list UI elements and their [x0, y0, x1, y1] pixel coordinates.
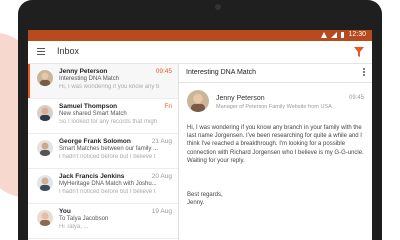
message-subject: Interesting DNA Match	[59, 76, 120, 82]
message-preview: Hi, I was wondering if you know any b	[59, 84, 160, 90]
wifi-icon	[321, 32, 328, 38]
sender-name: Samuel Thompson	[59, 103, 118, 110]
status-bar: 12:30	[28, 30, 372, 41]
message-signature: Best regards, Jenny.	[187, 191, 367, 207]
sender-name: Jenny Peterson	[59, 68, 108, 75]
message-date: 09:45	[155, 68, 172, 75]
sign-off: Best regards,	[187, 192, 223, 198]
sender-name: George Frank Solomon	[59, 138, 131, 145]
camera	[215, 4, 221, 10]
message-date: 20 Aug	[151, 173, 172, 180]
message-subject: Smart Matches between our family ...	[59, 146, 159, 152]
sender-role: Manager of Peterson Family Website from …	[216, 104, 332, 110]
message-preview: I hadn't noticed before but I believe t	[59, 189, 156, 195]
message-list: Jenny Peterson 09:45 Interesting DNA Mat…	[28, 64, 179, 240]
app-bar-title: Inbox	[57, 46, 80, 56]
sender-name: Jack Francis Jenkins	[59, 173, 125, 180]
message-date: Fri	[164, 103, 172, 110]
message-subject: MyHeritage DNA Match with Joshu...	[59, 181, 157, 187]
detail-date: 09:45	[348, 95, 364, 101]
message-item[interactable]: You 19 Aug To Talya Jacobson Hi Talya, .…	[28, 204, 178, 239]
screen: 12:30 Inbox Jenny Peterson 09:45 Interes…	[28, 30, 372, 240]
message-subject: New shared Smart Match	[59, 111, 127, 117]
message-preview: So I looked for any records that migh	[59, 119, 158, 125]
sender-name: Jenny Peterson	[216, 95, 265, 102]
avatar	[37, 105, 53, 121]
sender-name: You	[59, 208, 71, 215]
avatar	[37, 70, 53, 86]
message-item[interactable]: Jack Francis Jenkins 20 Aug MyHeritage D…	[28, 169, 178, 204]
app-bar: Inbox	[28, 41, 372, 64]
message-item[interactable]: Samuel Thompson Fri New shared Smart Mat…	[28, 99, 178, 134]
message-body: Hi, I was wondering if you know any bran…	[187, 125, 364, 164]
signal-icon	[331, 32, 338, 38]
message-subject: To Talya Jacobson	[59, 216, 109, 222]
sender-avatar	[187, 90, 209, 112]
message-item[interactable]: George Frank Solomon 21 Aug Smart Matche…	[28, 134, 178, 169]
detail-header: Interesting DNA Match	[179, 64, 372, 83]
menu-icon[interactable]	[37, 48, 45, 55]
message-preview: Hi Talya, ...	[59, 224, 89, 230]
message-date: 19 Aug	[151, 208, 172, 215]
more-icon[interactable]	[363, 68, 366, 78]
filter-icon[interactable]	[354, 47, 364, 57]
message-preview: I hadn't noticed before but I believe t	[59, 154, 156, 160]
avatar	[37, 210, 53, 226]
message-date: 21 Aug	[151, 138, 172, 145]
detail-title: Interesting DNA Match	[186, 69, 257, 76]
avatar	[37, 140, 53, 156]
battery-icon	[341, 32, 345, 38]
avatar	[37, 175, 53, 191]
status-time: 12:30	[348, 31, 366, 38]
message-item[interactable]: Jenny Peterson 09:45 Interesting DNA Mat…	[28, 64, 178, 99]
signature: Jenny.	[187, 200, 205, 207]
message-detail: Interesting DNA Match Jenny Peterson Man…	[179, 64, 372, 240]
